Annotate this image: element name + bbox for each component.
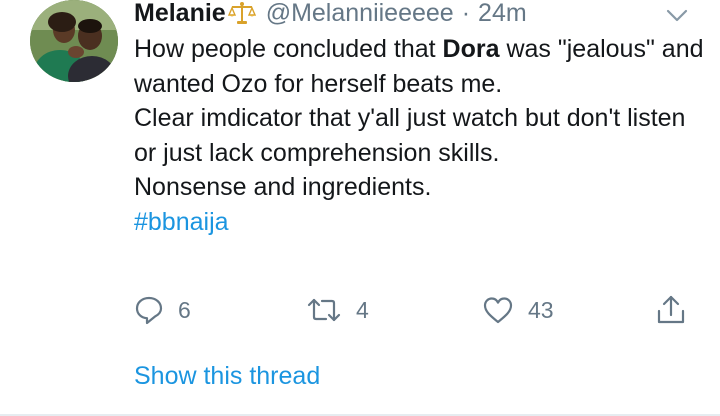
reply-button[interactable]: 6 xyxy=(134,290,191,330)
avatar[interactable] xyxy=(30,0,118,82)
reply-icon xyxy=(135,296,163,325)
tweet-line-2: Clear imdicator that y'all just watch bu… xyxy=(134,104,686,167)
like-button[interactable]: 43 xyxy=(482,290,554,330)
tweet-text: How people concluded that Dora was "jeal… xyxy=(134,32,704,239)
tweet-header: Melanie @Melanniieeeee · 24m xyxy=(134,0,527,30)
tweet-line-3: Nonsense and ingredients. xyxy=(134,173,432,201)
tweet-timestamp[interactable]: 24m xyxy=(478,0,527,28)
avatar-photo xyxy=(30,0,118,82)
tweet-line-1: How people concluded that Dora was "jeal… xyxy=(134,35,704,98)
like-count: 43 xyxy=(528,296,554,323)
retweet-icon xyxy=(307,298,341,322)
display-name[interactable]: Melanie xyxy=(134,0,226,28)
retweet-count: 4 xyxy=(356,296,369,323)
reply-count: 6 xyxy=(178,296,191,323)
share-button[interactable] xyxy=(656,290,686,330)
heart-icon xyxy=(483,297,513,324)
retweet-button[interactable]: 4 xyxy=(306,290,369,330)
share-icon xyxy=(657,295,685,324)
show-thread-link[interactable]: Show this thread xyxy=(134,362,320,391)
tweet[interactable]: Melanie @Melanniieeeee · 24m How people … xyxy=(0,0,720,416)
scales-icon xyxy=(227,1,256,25)
chevron-down-icon[interactable] xyxy=(664,4,690,26)
user-handle[interactable]: @Melanniieeeee xyxy=(266,0,454,28)
separator-dot: · xyxy=(461,0,471,27)
bold-name: Dora xyxy=(442,35,500,63)
tweet-actions: 6 4 43 xyxy=(134,290,694,330)
hashtag-link[interactable]: #bbnaija xyxy=(134,208,229,236)
